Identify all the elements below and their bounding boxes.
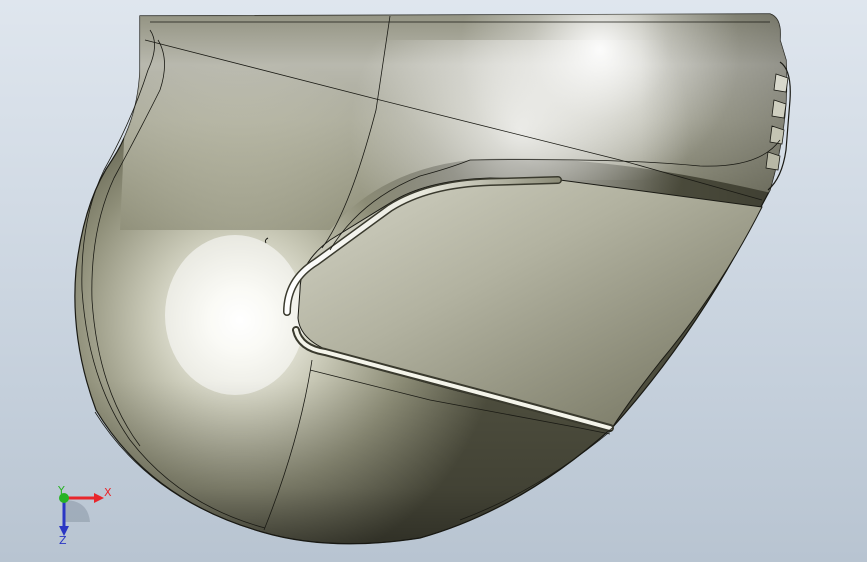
model-canvas[interactable]: X Y Z: [0, 0, 867, 562]
z-axis-label: Z: [59, 534, 67, 547]
x-axis-label: X: [104, 486, 112, 499]
x-axis-arrow: [94, 493, 104, 503]
cad-viewport[interactable]: X Y Z: [0, 0, 867, 562]
y-axis-label: Y: [57, 484, 65, 497]
coordinate-triad: X Y Z: [57, 484, 112, 547]
